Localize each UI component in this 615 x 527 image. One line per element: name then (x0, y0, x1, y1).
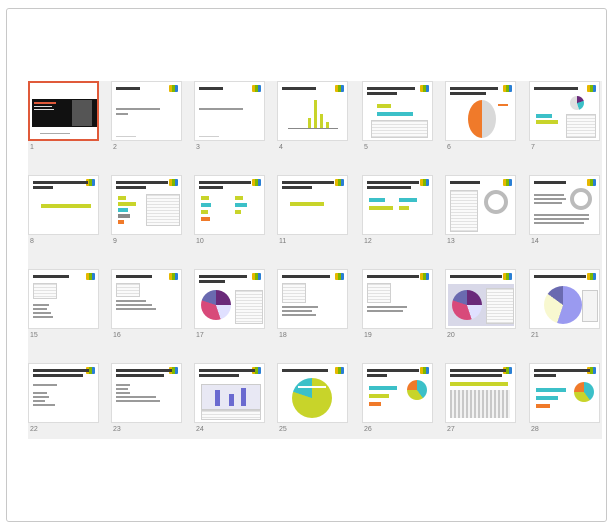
slide-thumbnail-4[interactable] (277, 81, 348, 141)
logo-icon (252, 179, 261, 186)
slide-thumbnail-14[interactable] (529, 175, 600, 235)
logo-icon (420, 85, 429, 92)
slide-number-21: 21 (531, 332, 539, 339)
slide-number-22: 22 (30, 426, 38, 433)
slide-thumbnail-3[interactable] (194, 81, 265, 141)
slide-thumbnail-15[interactable] (28, 269, 99, 329)
slide-thumbnail-2[interactable] (111, 81, 182, 141)
logo-icon (420, 273, 429, 280)
slide-thumbnail-24[interactable] (194, 363, 265, 423)
slide-number-11: 11 (279, 238, 287, 245)
slide-thumbnail-25[interactable] (277, 363, 348, 423)
slide-thumbnail-18[interactable] (277, 269, 348, 329)
logo-icon (587, 273, 596, 280)
slide-sorter-window: 1 2 3 4 5 6 7 8 9 10 11 12 13 14 15 16 1… (6, 8, 607, 522)
slide-thumbnail-27[interactable] (445, 363, 516, 423)
slide-number-10: 10 (196, 238, 204, 245)
slide-thumbnail-7[interactable] (529, 81, 600, 141)
logo-icon (420, 179, 429, 186)
logo-icon (420, 367, 429, 374)
logo-icon (169, 273, 178, 280)
slide-number-4: 4 (279, 144, 283, 151)
slide-number-18: 18 (279, 332, 287, 339)
slide-number-7: 7 (531, 144, 535, 151)
logo-icon (503, 85, 512, 92)
slide-number-25: 25 (279, 426, 287, 433)
slide-thumbnail-28[interactable] (529, 363, 600, 423)
slide-number-14: 14 (531, 238, 539, 245)
slide-thumbnail-grid: 1 2 3 4 5 6 7 8 9 10 11 12 13 14 15 16 1… (28, 81, 602, 439)
slide-thumbnail-8[interactable] (28, 175, 99, 235)
logo-icon (252, 273, 261, 280)
logo-icon (503, 273, 512, 280)
slide-number-23: 23 (113, 426, 121, 433)
slide-number-6: 6 (447, 144, 451, 151)
slide-thumbnail-21[interactable] (529, 269, 600, 329)
slide-thumbnail-11[interactable] (277, 175, 348, 235)
logo-icon (587, 179, 596, 186)
slide-number-8: 8 (30, 238, 34, 245)
slide-number-24: 24 (196, 426, 204, 433)
logo-icon (335, 273, 344, 280)
logo-icon (252, 85, 261, 92)
slide-thumbnail-22[interactable] (28, 363, 99, 423)
logo-icon (503, 179, 512, 186)
slide-thumbnail-6[interactable] (445, 81, 516, 141)
logo-icon (335, 85, 344, 92)
logo-icon (335, 179, 344, 186)
slide-number-16: 16 (113, 332, 121, 339)
slide-number-27: 27 (447, 426, 455, 433)
slide-number-2: 2 (113, 144, 117, 151)
slide-thumbnail-5[interactable] (362, 81, 433, 141)
logo-icon (335, 367, 344, 374)
slide-number-9: 9 (113, 238, 117, 245)
slide-number-1: 1 (30, 144, 34, 151)
slide-thumbnail-23[interactable] (111, 363, 182, 423)
slide-thumbnail-20[interactable] (445, 269, 516, 329)
slide-thumbnail-13[interactable] (445, 175, 516, 235)
slide-thumbnail-12[interactable] (362, 175, 433, 235)
slide-number-19: 19 (364, 332, 372, 339)
slide-number-3: 3 (196, 144, 200, 151)
slide-number-15: 15 (30, 332, 38, 339)
slide-thumbnail-10[interactable] (194, 175, 265, 235)
logo-icon (169, 179, 178, 186)
slide-number-12: 12 (364, 238, 372, 245)
slide-number-5: 5 (364, 144, 368, 151)
slide-number-28: 28 (531, 426, 539, 433)
slide-number-26: 26 (364, 426, 372, 433)
logo-icon (587, 85, 596, 92)
logo-icon (86, 273, 95, 280)
slide-thumbnail-1[interactable] (28, 81, 99, 141)
slide-number-20: 20 (447, 332, 455, 339)
slide-thumbnail-19[interactable] (362, 269, 433, 329)
logo-icon (169, 85, 178, 92)
slide-number-13: 13 (447, 238, 455, 245)
slide-thumbnail-26[interactable] (362, 363, 433, 423)
slide-number-17: 17 (196, 332, 204, 339)
slide-thumbnail-17[interactable] (194, 269, 265, 329)
slide-thumbnail-9[interactable] (111, 175, 182, 235)
slide-thumbnail-16[interactable] (111, 269, 182, 329)
